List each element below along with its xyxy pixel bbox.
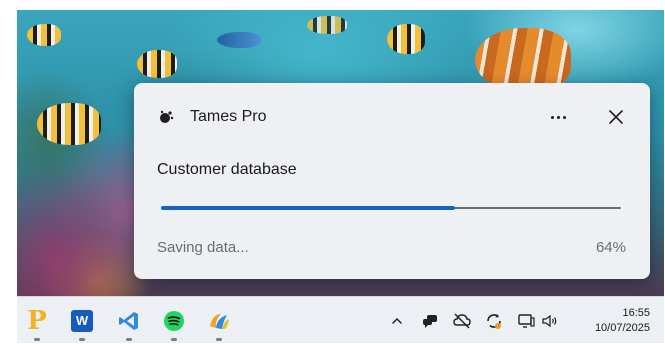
clock-date: 10/07/2025 <box>594 322 650 334</box>
fish-image <box>27 24 61 46</box>
tray-sync[interactable] <box>483 310 505 332</box>
tray-network[interactable] <box>516 310 538 332</box>
desktop-screen: Tames Pro Customer database Saving data.… <box>17 10 664 343</box>
more-options-button[interactable] <box>542 103 574 131</box>
notification-title: Customer database <box>157 161 297 178</box>
chevron-up-icon <box>392 317 402 324</box>
taskbar-app-vscode[interactable] <box>109 297 149 343</box>
tray-volume[interactable] <box>539 310 561 332</box>
photos-app-icon <box>210 313 229 329</box>
parking-app-icon: P <box>27 305 47 336</box>
close-button[interactable] <box>601 102 631 132</box>
fish-image <box>307 16 347 34</box>
show-hidden-icons-button[interactable] <box>386 310 408 332</box>
fish-image <box>217 32 261 48</box>
running-indicator <box>34 338 40 341</box>
clock-time: 16:55 <box>622 307 650 319</box>
taskbar-app-spotify[interactable] <box>154 297 194 343</box>
taskbar: P W 16:55 10/07/2025 <box>17 296 664 343</box>
progress-bar <box>161 206 621 210</box>
status-text: Saving data... <box>157 239 249 256</box>
more-options-icon-dot <box>556 115 560 119</box>
notification-header: Tames Pro <box>134 83 650 149</box>
running-indicator <box>79 338 85 341</box>
fish-image <box>137 50 177 78</box>
tames-pro-logo-icon <box>158 109 174 125</box>
more-options-icon-dot <box>562 115 566 119</box>
running-indicator <box>216 338 222 341</box>
progress-bar-fill <box>161 206 456 210</box>
tray-chat[interactable] <box>419 310 441 332</box>
taskbar-clock[interactable]: 16:55 10/07/2025 <box>595 306 650 336</box>
word-icon: W <box>71 309 93 332</box>
fish-image <box>37 103 101 145</box>
tray-onedrive[interactable] <box>451 310 473 332</box>
progress-percent: 64% <box>595 239 626 256</box>
vscode-icon <box>119 311 138 330</box>
close-icon <box>609 110 623 124</box>
running-indicator <box>126 338 132 341</box>
chat-icon <box>423 315 437 328</box>
sync-icon <box>487 314 501 329</box>
taskbar-app-parking[interactable]: P <box>17 297 57 343</box>
fish-image <box>387 24 425 54</box>
network-icon <box>518 314 535 328</box>
cloud-off-icon <box>453 313 471 329</box>
volume-icon <box>542 314 557 328</box>
taskbar-app-photos[interactable] <box>199 297 239 343</box>
spotify-icon <box>164 310 184 331</box>
taskbar-app-word[interactable]: W <box>62 297 102 343</box>
app-name: Tames Pro <box>190 108 267 125</box>
running-indicator <box>171 338 177 341</box>
more-options-icon <box>550 115 554 119</box>
progress-notification: Tames Pro Customer database Saving data.… <box>134 83 650 279</box>
